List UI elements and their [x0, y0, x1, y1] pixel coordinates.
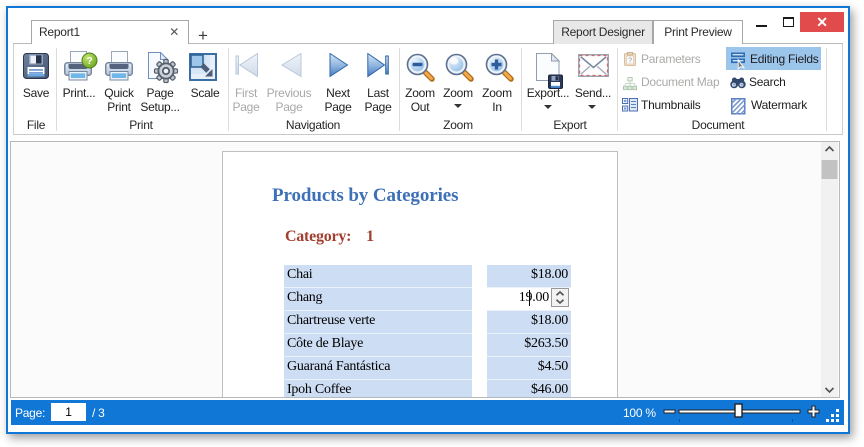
svg-text:?: ? — [628, 56, 633, 65]
svg-text:?: ? — [86, 55, 92, 67]
